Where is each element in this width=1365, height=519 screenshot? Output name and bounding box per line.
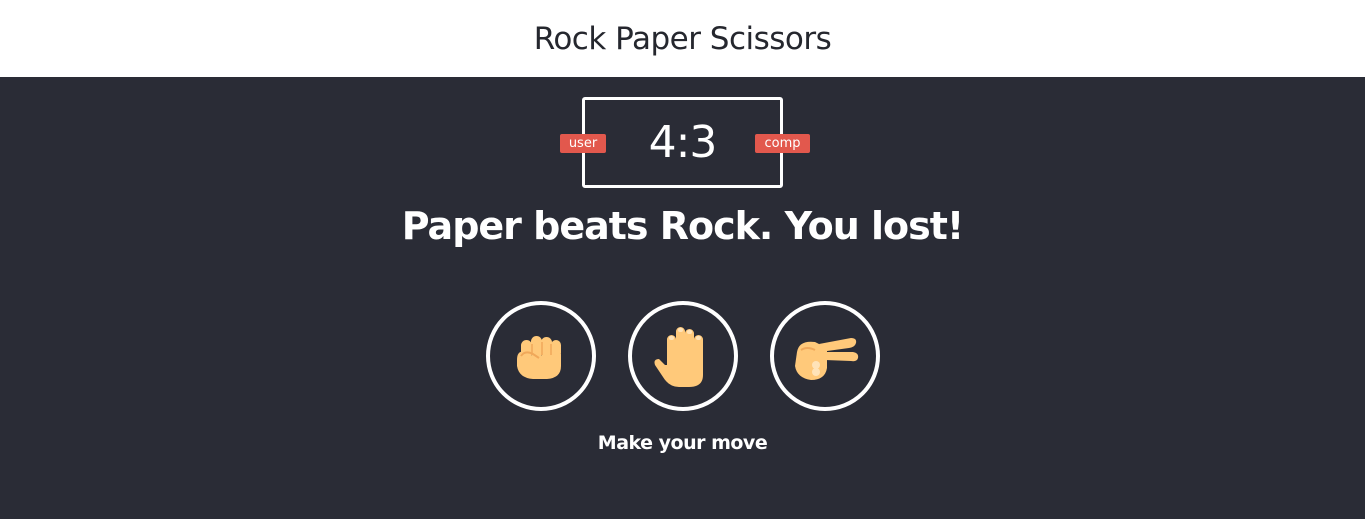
comp-score-badge: comp bbox=[755, 134, 810, 153]
rock-button[interactable] bbox=[486, 301, 596, 411]
user-score-badge: user bbox=[560, 134, 606, 153]
victory-hand-icon bbox=[789, 328, 861, 384]
raised-hand-icon bbox=[651, 321, 715, 391]
header-bar: Rock Paper Scissors bbox=[0, 0, 1365, 77]
fist-icon bbox=[511, 326, 571, 386]
scoreboard: user 4:3 comp bbox=[560, 97, 810, 188]
make-move-prompt: Make your move bbox=[597, 432, 768, 454]
page-title: Rock Paper Scissors bbox=[533, 20, 832, 57]
score-display: 4:3 bbox=[648, 117, 718, 168]
scissors-button[interactable] bbox=[770, 301, 880, 411]
result-message: Paper beats Rock. You lost! bbox=[401, 204, 965, 248]
paper-button[interactable] bbox=[628, 301, 738, 411]
game-area: user 4:3 comp Paper beats Rock. You lost… bbox=[0, 77, 1365, 519]
